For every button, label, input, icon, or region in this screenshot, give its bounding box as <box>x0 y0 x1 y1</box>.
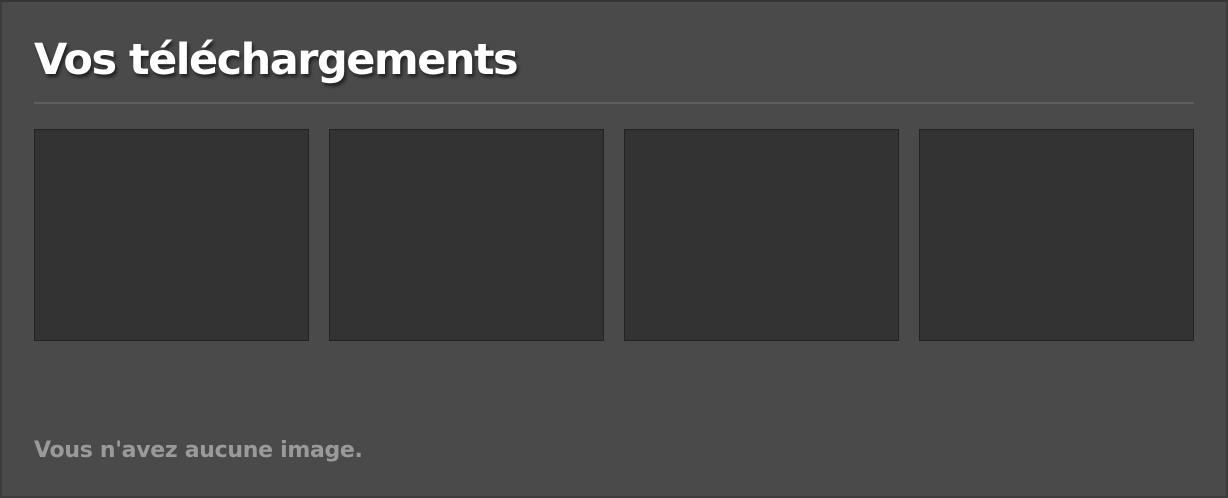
image-slot-1[interactable] <box>34 129 309 341</box>
empty-state-message: Vous n'avez aucune image. <box>34 438 363 463</box>
uploads-panel: Vos téléchargements Vous n'avez aucune i… <box>0 0 1228 498</box>
image-slots <box>34 129 1194 341</box>
title-divider <box>34 102 1194 104</box>
image-slot-4[interactable] <box>919 129 1194 341</box>
page-title: Vos téléchargements <box>34 35 519 85</box>
image-slot-3[interactable] <box>624 129 899 341</box>
image-slot-2[interactable] <box>329 129 604 341</box>
